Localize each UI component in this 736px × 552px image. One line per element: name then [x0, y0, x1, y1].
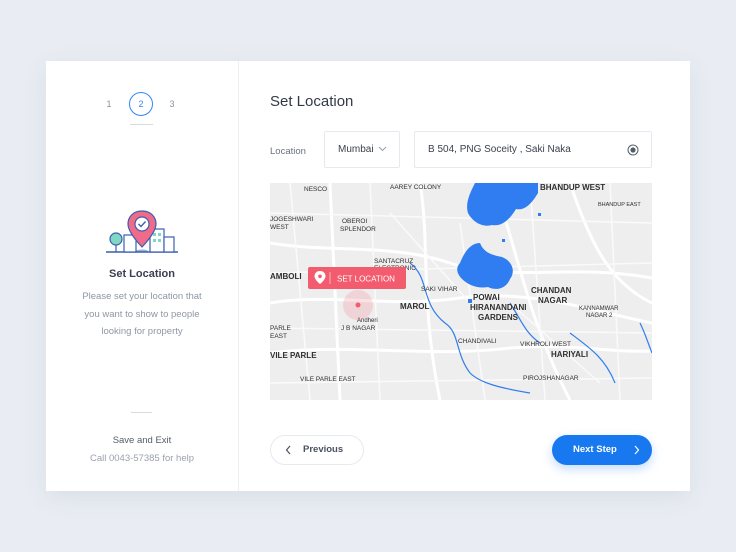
- map-label-oberoi-2: SPLENDOR: [340, 226, 376, 233]
- set-location-pin[interactable]: SET LOCATION: [308, 267, 406, 289]
- map-label-chandan-2: NAGAR: [538, 296, 568, 305]
- sidebar-divider: [131, 412, 152, 413]
- chevron-left-icon: [285, 445, 291, 455]
- step-underline: [130, 124, 153, 125]
- location-label: Location: [270, 146, 306, 157]
- map-label-kannamwar: KANNAMWAR: [579, 306, 619, 312]
- map-label-parle-top-2: EAST: [270, 333, 287, 340]
- map-label-gardens: GARDENS: [478, 313, 519, 322]
- step-2-current[interactable]: 2: [129, 92, 153, 116]
- previous-button[interactable]: Previous: [270, 435, 364, 465]
- location-dot[interactable]: [355, 302, 361, 308]
- map-label-chandivali: CHANDIVALI: [458, 338, 497, 345]
- map-label-jb-nagar: J B NAGAR: [341, 325, 376, 332]
- step-1[interactable]: 1: [97, 92, 121, 116]
- map-view[interactable]: NESCO AAREY COLONY BHANDUP WEST BHANDUP …: [270, 183, 652, 400]
- map-label-kannamwar-2: NAGAR 2: [586, 313, 613, 319]
- map-label-vile-parle: VILE PARLE: [270, 351, 317, 360]
- next-step-label: Next Step: [573, 444, 617, 455]
- sidebar-title: Set Location: [108, 268, 175, 280]
- map-label-hiranandani: HIRANANDANI: [470, 303, 526, 312]
- map-label-saki: SAKI VIHAR: [421, 286, 458, 293]
- previous-label: Previous: [303, 444, 344, 455]
- map-label-pirojshanagar: PIROJSHANAGAR: [523, 375, 579, 382]
- map-label-vile-parle-east: VILE PARLE EAST: [300, 376, 356, 383]
- map-label-santacruz: SANTACRUZ: [374, 258, 413, 265]
- city-dropdown[interactable]: Mumbai: [324, 131, 400, 168]
- save-exit-link[interactable]: Save and Exit: [46, 435, 238, 446]
- map-label-chandan: CHANDAN: [531, 286, 572, 295]
- map-label-amboli: AMBOLI: [270, 272, 302, 281]
- map-label-nesco: NESCO: [304, 186, 327, 193]
- setup-card: 1 2 3 Set Location Please set your locat…: [46, 61, 690, 491]
- step-indicator: 1 2 3: [46, 92, 238, 116]
- gps-target-icon[interactable]: [627, 144, 639, 156]
- sidebar-description: Please set your location that you want t…: [82, 291, 202, 337]
- step-3[interactable]: 3: [160, 92, 184, 116]
- map-label-vikhroli: VIKHROLI WEST: [520, 341, 571, 348]
- map-label-hariyali: HARIYALI: [551, 350, 588, 359]
- map-label-parle-top: PARLE: [270, 325, 291, 332]
- help-text: Call 0043-57385 for help: [89, 453, 195, 464]
- chevron-down-icon: [378, 146, 387, 152]
- set-location-label: SET LOCATION: [337, 275, 395, 284]
- chevron-right-icon: [634, 445, 640, 455]
- next-step-button[interactable]: Next Step: [552, 435, 652, 465]
- address-value: B 504, PNG Soceity , Saki Naka: [428, 144, 571, 155]
- map-label-bhandup-e: BHANDUP EAST: [598, 202, 641, 208]
- sidebar: 1 2 3 Set Location Please set your locat…: [46, 61, 239, 491]
- address-input[interactable]: B 504, PNG Soceity , Saki Naka: [414, 131, 652, 168]
- map-label-jogeshwari: JOGESHWARI: [270, 216, 314, 223]
- map-label-powai: POWAI: [473, 293, 500, 302]
- city-value: Mumbai: [338, 144, 374, 155]
- map-label-jogeshwari-2: WEST: [270, 224, 289, 231]
- page-title: Set Location: [270, 93, 354, 110]
- map-label-oberoi: OBEROI: [342, 218, 367, 225]
- location-illustration-icon: [106, 210, 178, 253]
- map-label-bhandup-w: BHANDUP WEST: [540, 183, 605, 192]
- map-label-aarey: AAREY COLONY: [390, 184, 442, 191]
- map-canvas[interactable]: NESCO AAREY COLONY BHANDUP WEST BHANDUP …: [270, 183, 652, 400]
- map-label-marol: MAROL: [400, 302, 429, 311]
